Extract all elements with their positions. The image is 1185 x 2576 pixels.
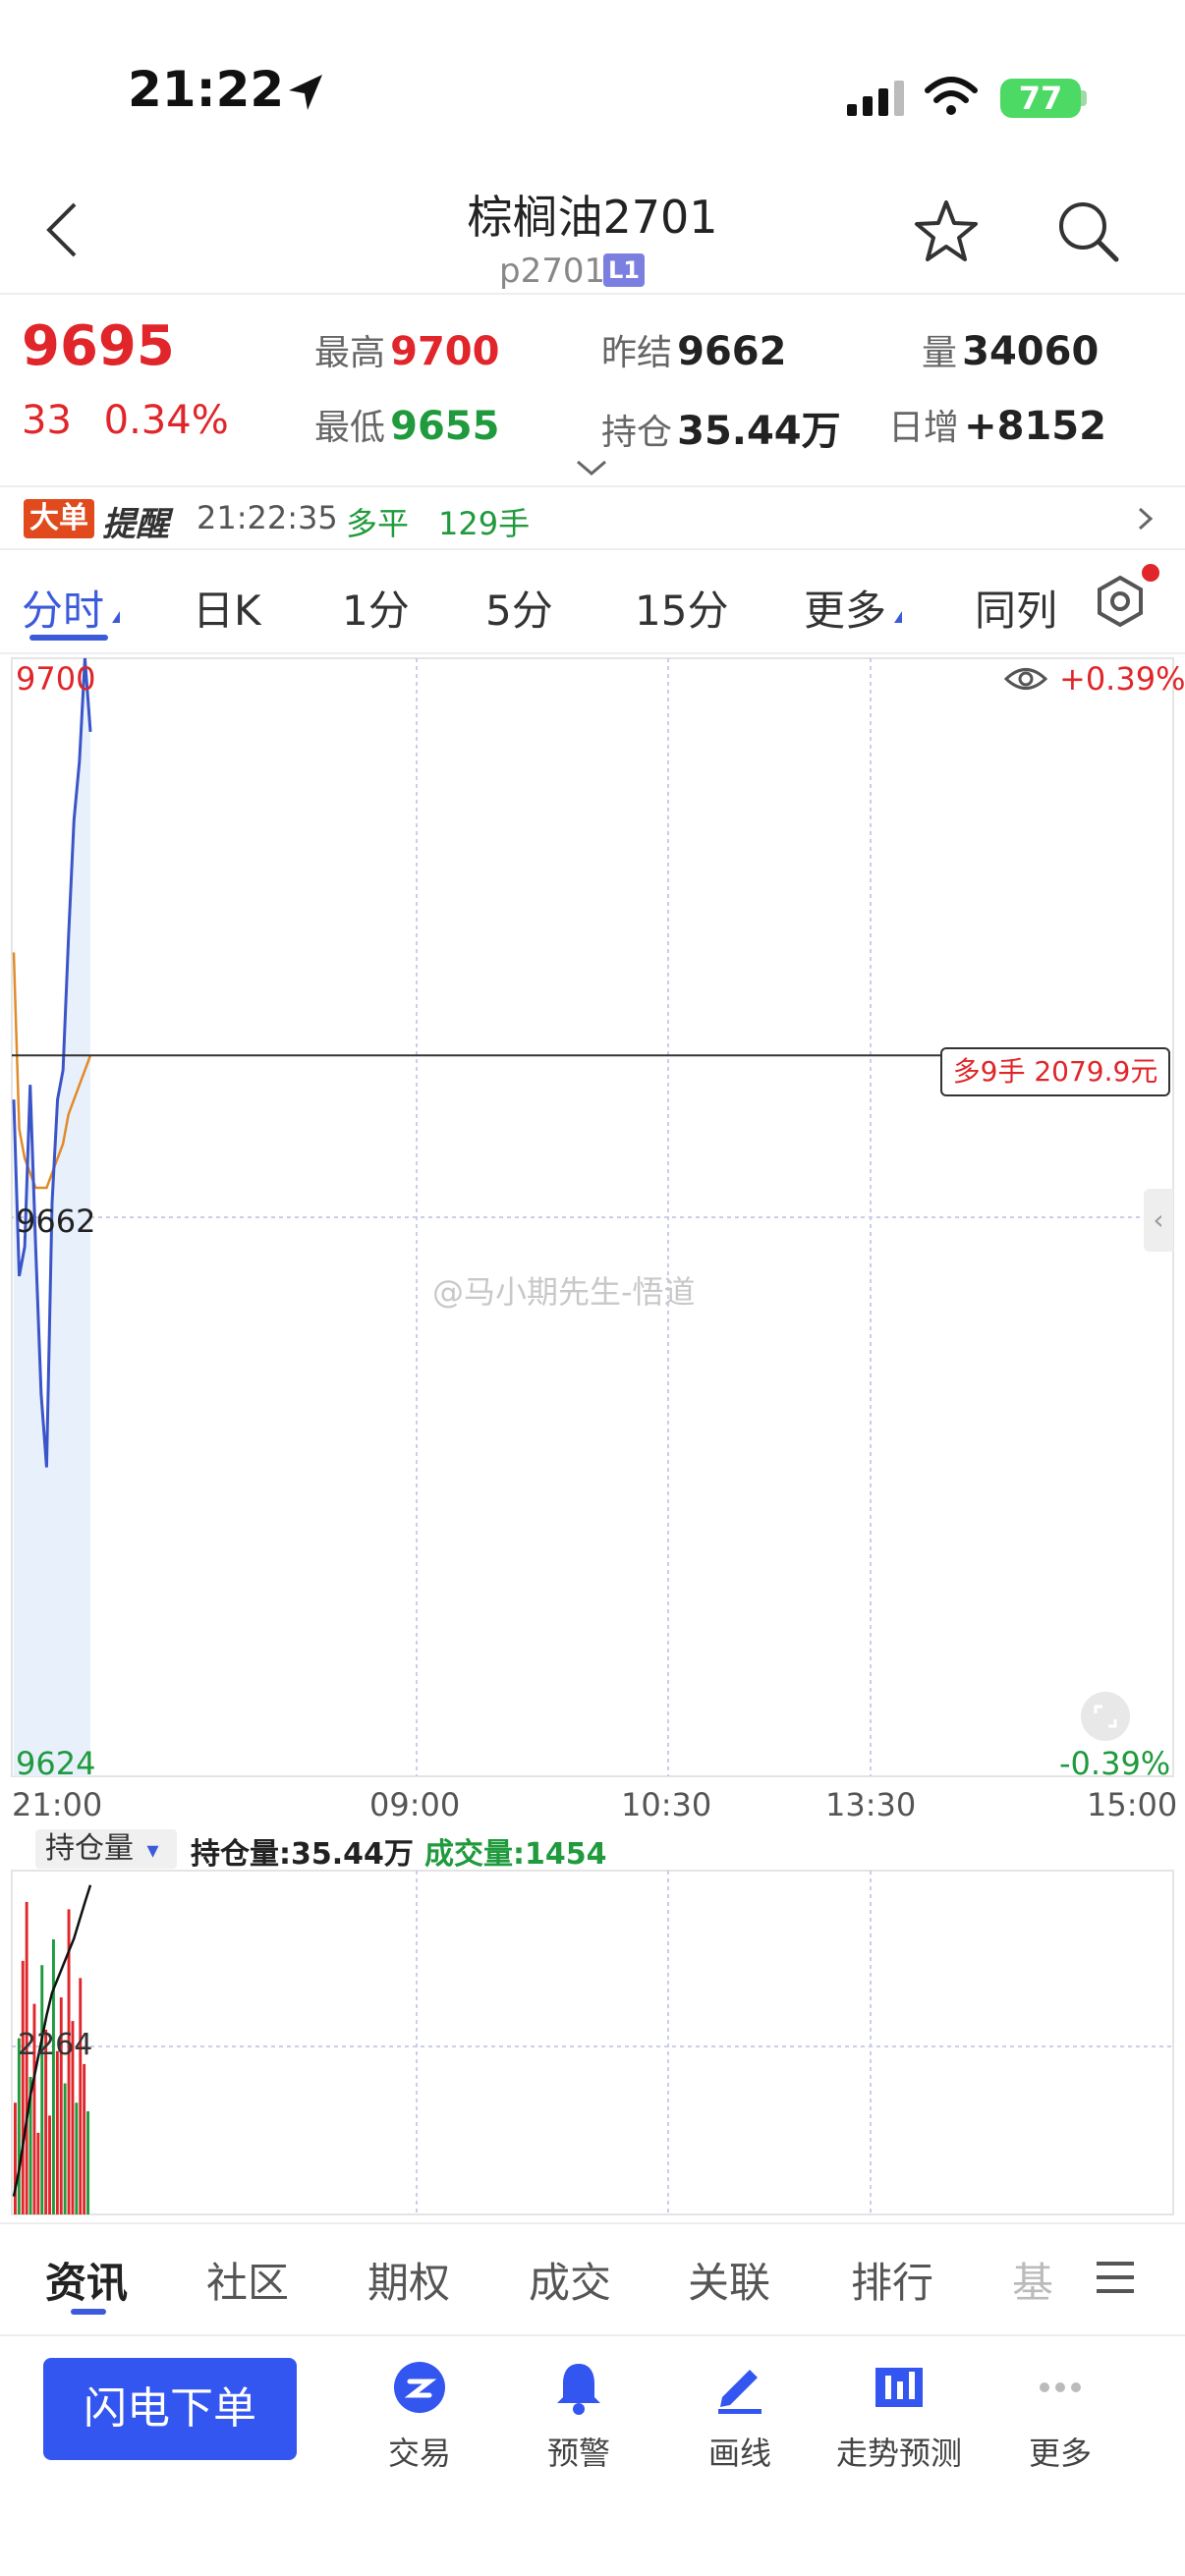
flash-order-button[interactable]: 闪电下单 [43, 2358, 297, 2460]
btab-ranking[interactable]: 排行 [851, 2250, 933, 2310]
volume-bar [40, 1965, 44, 2214]
bottom-tabs-divider [0, 2222, 1185, 2224]
x-tick-1330: 13:30 [825, 1786, 917, 1823]
trade-label: 交易 [387, 2435, 451, 2472]
forecast-book-icon [875, 2368, 923, 2407]
trade-icon [394, 2362, 445, 2413]
x-tick-1500: 15:00 [1087, 1786, 1178, 1823]
chart-grid [11, 657, 1174, 1777]
btab-news[interactable]: 资讯 [45, 2250, 128, 2310]
position-order-badge[interactable]: 多9手 2079.9元 [940, 1047, 1170, 1096]
draw-line-icon [718, 2370, 762, 2414]
side-panel-handle[interactable]: ‹ [1144, 1189, 1173, 1252]
more-dots-icon [1040, 2382, 1081, 2392]
draw-action[interactable]: 画线 [666, 2358, 814, 2474]
open-interest-readout: 持仓量:35.44万 [191, 1837, 414, 1872]
fullscreen-icon[interactable] [1079, 1690, 1132, 1743]
btab-related[interactable]: 关联 [688, 2250, 770, 2310]
volume-mid-label: 2264 [18, 2028, 93, 2062]
btab-options[interactable]: 期权 [367, 2250, 450, 2310]
watermark-text: @马小期先生-悟道 [432, 1273, 696, 1311]
volume-bar [79, 1978, 83, 2214]
volume-bar [83, 2063, 86, 2214]
bell-icon [557, 2364, 600, 2415]
volume-bar [63, 2083, 67, 2214]
volume-bar [21, 1960, 25, 2214]
pct-bottom: -0.39% [1059, 1745, 1171, 1782]
alert-label-text: 预警 [546, 2435, 610, 2472]
x-tick-2100: 21:00 [12, 1786, 103, 1823]
eye-icon[interactable] [1004, 664, 1047, 694]
indicator-selector-label: 持仓量 [45, 1831, 134, 1866]
volume-bar [48, 2115, 51, 2214]
volume-border [11, 1870, 1174, 2215]
volume-bar [75, 2102, 79, 2214]
trade-action[interactable]: 交易 [346, 2358, 493, 2474]
volume-grid [11, 1870, 1174, 2215]
volume-bar [55, 2050, 59, 2214]
volume-bar [52, 1939, 55, 2214]
more-label: 更多 [1028, 2435, 1092, 2472]
volume-bar [17, 2038, 21, 2214]
indicator-selector[interactable]: 持仓量 ▾ [35, 1829, 177, 1869]
forecast-label: 走势预测 [835, 2435, 962, 2472]
volume-bar [86, 2111, 89, 2214]
alert-action[interactable]: 预警 [505, 2358, 652, 2474]
volume-bar [36, 2132, 40, 2214]
intraday-chart[interactable] [0, 0, 1185, 2240]
btab-fundamentals[interactable]: 基 [1012, 2250, 1053, 2310]
y-tick-high: 9700 [16, 660, 96, 698]
draw-label: 画线 [707, 2435, 771, 2472]
pct-top: +0.39% [1059, 660, 1185, 698]
x-tick-0900: 09:00 [369, 1786, 461, 1823]
volume-bar [14, 2102, 17, 2214]
x-tick-1030: 10:30 [621, 1786, 712, 1823]
indicator-dropdown-icon: ▾ [146, 1836, 159, 1864]
btab-community[interactable]: 社区 [206, 2250, 289, 2310]
y-tick-mid: 9662 [16, 1203, 96, 1240]
trend-forecast-action[interactable]: 走势预测 [825, 2358, 973, 2474]
btab-active-underline [71, 2309, 106, 2315]
btab-trades[interactable]: 成交 [529, 2250, 611, 2310]
menu-icon[interactable] [1093, 2258, 1138, 2297]
y-tick-low: 9624 [16, 1745, 96, 1782]
more-action[interactable]: 更多 [987, 2358, 1134, 2474]
volume-readout: 成交量:1454 [424, 1837, 607, 1872]
